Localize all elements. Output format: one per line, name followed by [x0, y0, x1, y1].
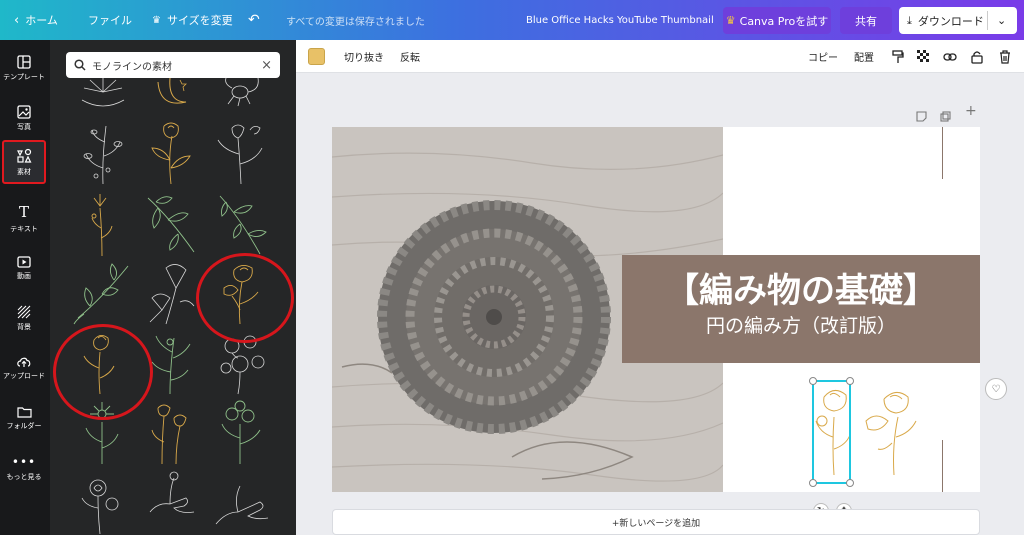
copy-button[interactable]: コピー [808, 40, 838, 73]
lock-icon [971, 50, 983, 64]
elements-icon [17, 148, 32, 163]
add-page-icon[interactable]: + [965, 103, 977, 119]
template-icon [17, 54, 31, 69]
nav-upload[interactable]: アップロード [2, 346, 46, 390]
selection-box[interactable] [809, 377, 854, 487]
link-button[interactable] [943, 40, 957, 73]
save-status: すべての変更は保存されました [286, 16, 425, 28]
crown-icon: ♛ [725, 14, 736, 27]
canva-pro-button[interactable]: ♛ Canva Proを試す [723, 7, 831, 34]
divider [987, 11, 988, 30]
duplicate-page-icon[interactable] [940, 107, 951, 126]
resize-handle[interactable] [809, 377, 817, 385]
folder-icon [16, 406, 32, 418]
text-icon: T [18, 202, 29, 221]
nav-text[interactable]: T テキスト [2, 196, 46, 240]
note-icon[interactable] [916, 107, 927, 126]
resize-menu[interactable]: ♛ サイズを変更 [152, 0, 233, 40]
crown-icon: ♛ [152, 14, 161, 26]
nav-templates[interactable]: テンプレート [2, 46, 46, 90]
undo-button[interactable]: ↶ [248, 0, 260, 40]
chevron-left-icon: ‹ [14, 12, 20, 28]
transparency-icon [917, 50, 929, 62]
trash-icon [1000, 49, 1010, 64]
elements-panel: モノラインの素材 × [50, 40, 296, 535]
page-title[interactable]: 【編み物の基礎】 [622, 269, 980, 313]
resize-handle[interactable] [846, 377, 854, 385]
document-title[interactable]: Blue Office Hacks YouTube Thumbnail [526, 0, 714, 40]
line-art-fern[interactable] [210, 188, 272, 256]
flip-button[interactable]: 反転 [400, 40, 420, 73]
nav-folder[interactable]: フォルダー [2, 396, 46, 440]
side-nav: テンプレート 写真 素材 T テキスト 動画 背景 アップロード フォルダー •… [0, 40, 50, 535]
line-art-green-bouquet[interactable] [210, 398, 272, 466]
line-art-roses[interactable] [72, 468, 134, 535]
undo-icon: ↶ [248, 12, 260, 28]
top-bar: ‹ ホーム ファイル ♛ サイズを変更 ↶ すべての変更は保存されました Blu… [0, 0, 1024, 40]
line-art-scorpion[interactable] [210, 72, 272, 110]
lock-button[interactable] [971, 40, 983, 73]
line-art-hand-flower[interactable] [140, 468, 202, 535]
highlight-circle [53, 324, 153, 420]
decor-line [942, 440, 943, 492]
search-icon [74, 59, 86, 71]
paint-roller-icon [892, 49, 904, 63]
resize-handle[interactable] [846, 479, 854, 487]
editor-toolbar: 切り抜き 反転 コピー 配置 [296, 40, 1024, 73]
title-banner[interactable]: 【編み物の基礎】 円の編み方（改訂版） [622, 255, 980, 363]
comment-button[interactable]: ♡ [985, 378, 1007, 400]
line-art-sunburst[interactable] [72, 72, 134, 110]
highlight-circle [196, 253, 294, 343]
nav-elements[interactable]: 素材 [2, 140, 46, 184]
nav-video[interactable]: 動画 [2, 246, 46, 290]
background-icon [17, 305, 31, 318]
color-swatch [308, 48, 325, 65]
line-art-branch[interactable] [72, 118, 134, 186]
share-button[interactable]: 共有 [840, 7, 892, 34]
nav-more[interactable]: ••• もっと見る [2, 446, 46, 490]
file-menu[interactable]: ファイル [88, 0, 132, 40]
home-link[interactable]: ‹ ホーム [14, 0, 58, 40]
line-art-leaf-branch[interactable] [140, 188, 202, 256]
download-icon: ⤓ [907, 13, 912, 27]
comment-icon: ♡ [991, 383, 1001, 395]
close-icon[interactable]: × [261, 58, 272, 73]
line-art-lily[interactable] [72, 188, 134, 256]
link-icon [943, 52, 957, 61]
crop-button[interactable]: 切り抜き [344, 40, 384, 73]
video-icon [17, 255, 31, 268]
line-art-tulip-branch[interactable] [210, 118, 272, 186]
photo-icon [17, 104, 31, 119]
chevron-down-icon[interactable]: ⌄ [997, 14, 1006, 27]
line-art-hand[interactable] [210, 468, 272, 535]
more-icon: ••• [11, 454, 37, 469]
nav-photos[interactable]: 写真 [2, 96, 46, 140]
page-subtitle[interactable]: 円の編み方（改訂版） [622, 313, 980, 339]
paint-roller-button[interactable] [892, 40, 904, 73]
nav-background[interactable]: 背景 [2, 296, 46, 340]
delete-button[interactable] [999, 40, 1011, 73]
line-art-vine[interactable] [72, 258, 134, 326]
resize-handle[interactable] [809, 479, 817, 487]
arrange-button[interactable]: 配置 [854, 40, 874, 73]
line-art-moon[interactable] [140, 72, 202, 110]
add-page-button[interactable]: +新しいページを追加 [332, 509, 980, 535]
decor-line [942, 127, 943, 179]
line-art-tulips[interactable] [140, 398, 202, 466]
download-button[interactable]: ⤓ ダウンロード ⌄ [899, 7, 1017, 34]
color-swatch-button[interactable] [308, 40, 325, 73]
design-page[interactable]: 【編み物の基礎】 円の編み方（改訂版） [332, 127, 980, 492]
line-art-rose[interactable] [140, 118, 202, 186]
upload-icon [17, 357, 31, 367]
line-art-ginkgo[interactable] [140, 258, 202, 326]
transparency-button[interactable] [917, 40, 930, 73]
